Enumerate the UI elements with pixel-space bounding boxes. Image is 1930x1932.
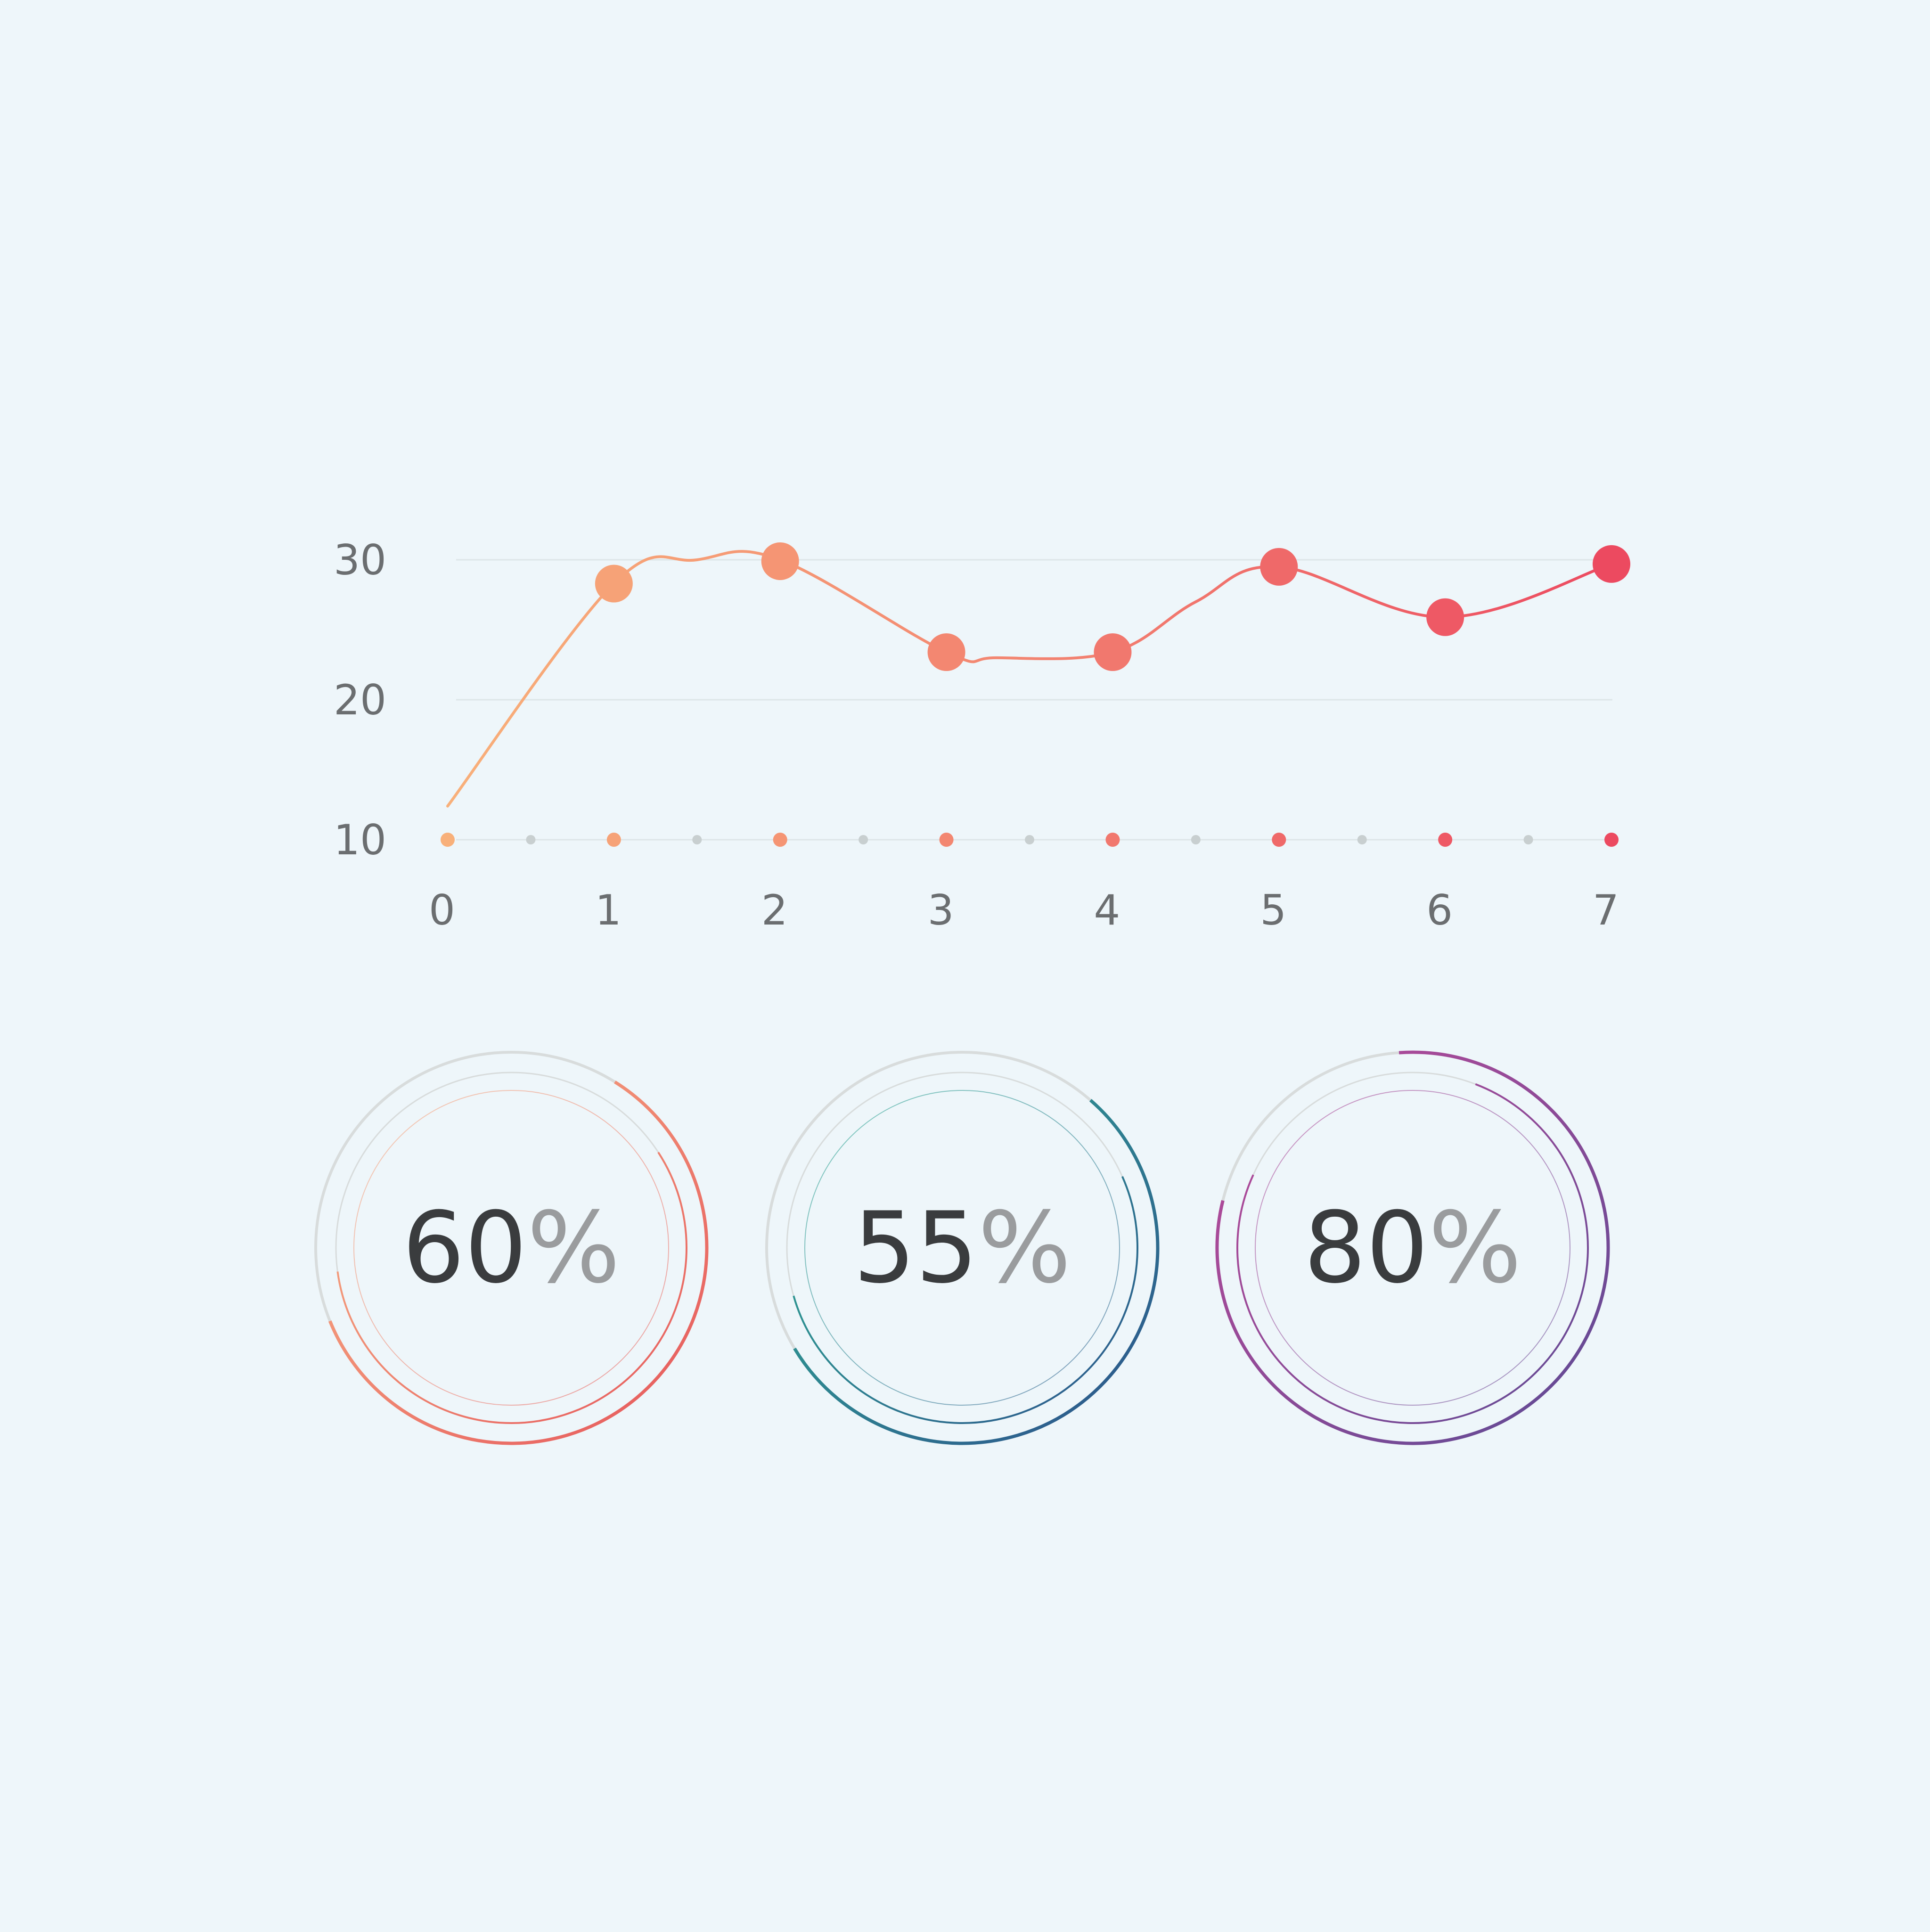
data-point: [1260, 548, 1298, 586]
baseline-minor-dot: [1191, 835, 1201, 844]
baseline-dot: [441, 833, 455, 847]
baseline-dot: [939, 833, 954, 847]
x-tick-label: 2: [761, 886, 788, 934]
gauge-label: 80%: [1304, 1191, 1521, 1305]
gauge-unit: %: [978, 1191, 1071, 1305]
gauge-label: 55%: [853, 1191, 1071, 1305]
x-tick-label: 5: [1260, 886, 1286, 934]
data-point: [1094, 633, 1132, 671]
data-point: [761, 542, 799, 580]
gauge-value: 80: [1304, 1191, 1429, 1305]
baseline-dot: [1272, 833, 1286, 847]
x-tick-label: 7: [1593, 886, 1619, 934]
gauge-value: 60: [402, 1191, 527, 1305]
baseline-dot: [773, 833, 787, 847]
x-tick-label: 4: [1094, 886, 1120, 934]
x-tick-label: 3: [928, 886, 954, 934]
gauge-value: 55: [853, 1191, 978, 1305]
dashboard-canvas: 10 20 30 0 1 2 3 4 5 6 7 60% 55% 80%: [0, 0, 1930, 1930]
data-point: [595, 565, 633, 603]
baseline-dot: [1105, 833, 1120, 847]
baseline-dot: [1438, 833, 1453, 847]
baseline-minor-dot: [692, 835, 702, 844]
baseline-minor-dot: [1523, 835, 1533, 844]
baseline-minor-dot: [1357, 835, 1367, 844]
baseline-minor-dot: [1025, 835, 1034, 844]
y-tick-label: 20: [334, 676, 386, 724]
gauge-row: 60% 55% 80%: [314, 1050, 1610, 1445]
data-point: [1593, 545, 1630, 583]
baseline-minor-dot: [859, 835, 868, 844]
x-tick-label: 1: [595, 886, 622, 934]
line-chart: 10 20 30 0 1 2 3 4 5 6 7: [334, 536, 1630, 934]
gauge-60: 60%: [314, 1051, 709, 1445]
y-tick-label: 30: [334, 536, 386, 584]
baseline-minor-dot: [526, 835, 536, 844]
chart-svg: 1020300 1 2 3 4 5 6 7 60% 55% 80%: [314, 536, 1630, 1445]
gauge-unit: %: [1429, 1191, 1522, 1305]
data-point: [1426, 598, 1464, 636]
x-tick-label: 0: [429, 886, 455, 934]
data-point: [927, 633, 965, 671]
baseline-dot: [1604, 833, 1619, 847]
gauge-80: 80%: [1215, 1050, 1610, 1445]
baseline-dot: [606, 833, 621, 847]
x-tick-label: 6: [1426, 886, 1453, 934]
gauge-label: 60%: [402, 1191, 620, 1305]
y-tick-label: 10: [334, 816, 386, 864]
gauge-55: 55%: [765, 1051, 1160, 1445]
gauge-unit: %: [527, 1191, 621, 1305]
